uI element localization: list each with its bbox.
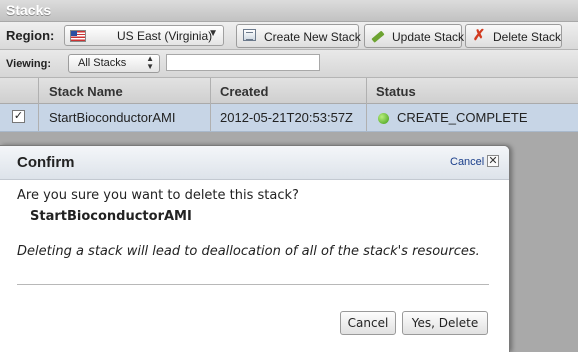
update-stack-label: Update Stack xyxy=(392,30,465,44)
cancel-button[interactable]: Cancel xyxy=(340,311,396,335)
delete-x-icon: ✗ xyxy=(472,27,486,44)
us-flag-icon xyxy=(70,30,86,42)
column-header-stack-name[interactable]: Stack Name xyxy=(49,84,123,99)
region-select[interactable]: US East (Virginia) ▼ xyxy=(64,25,224,46)
row-checkbox[interactable]: ✓ xyxy=(12,110,25,123)
chevron-down-icon: ▼ xyxy=(208,28,218,39)
close-icon[interactable]: ✕ xyxy=(487,155,499,167)
filter-bar: Viewing: All Stacks ▲ ▼ xyxy=(0,50,578,78)
column-divider xyxy=(366,78,367,131)
updown-arrows-icon: ▲ ▼ xyxy=(146,54,154,71)
dialog-note: Deleting a stack will lead to deallocati… xyxy=(17,244,480,259)
column-divider xyxy=(210,78,211,131)
row-created: 2012-05-21T20:53:57Z xyxy=(220,110,353,125)
create-stack-label: Create New Stack xyxy=(264,30,361,44)
dialog-header: Confirm Cancel ✕ xyxy=(0,146,509,180)
confirm-dialog: Confirm Cancel ✕ Are you sure you want t… xyxy=(0,145,510,352)
viewing-label: Viewing: xyxy=(6,58,52,70)
table-row[interactable]: ✓ StartBioconductorAMI 2012-05-21T20:53:… xyxy=(0,104,578,132)
create-stack-icon xyxy=(243,29,256,41)
toolbar: Region: US East (Virginia) ▼ Create New … xyxy=(0,22,578,50)
delete-stack-button[interactable]: ✗ Delete Stack xyxy=(465,24,562,48)
column-divider xyxy=(38,78,39,131)
viewing-value: All Stacks xyxy=(78,57,127,69)
window-title: Stacks xyxy=(6,2,52,18)
row-stack-name: StartBioconductorAMI xyxy=(49,110,176,125)
region-value: US East (Virginia) xyxy=(117,29,213,43)
window-titlebar: Stacks xyxy=(0,0,578,22)
delete-stack-label: Delete Stack xyxy=(493,30,562,44)
viewing-select[interactable]: All Stacks ▲ ▼ xyxy=(68,54,160,73)
dialog-cancel-link[interactable]: Cancel xyxy=(450,156,484,168)
status-green-icon xyxy=(378,113,389,124)
pencil-icon xyxy=(368,26,388,46)
dialog-divider xyxy=(17,284,489,285)
region-label: Region: xyxy=(6,28,55,43)
yes-delete-button[interactable]: Yes, Delete xyxy=(402,311,488,335)
update-stack-button[interactable]: Update Stack xyxy=(364,24,465,48)
dialog-stack-name: StartBioconductorAMI xyxy=(30,209,192,224)
row-status: CREATE_COMPLETE xyxy=(397,110,528,125)
dialog-title: Confirm xyxy=(17,154,75,171)
dialog-question: Are you sure you want to delete this sta… xyxy=(17,188,299,203)
search-input[interactable] xyxy=(166,54,320,71)
table-header: Stack Name Created Status xyxy=(0,78,578,104)
column-header-created[interactable]: Created xyxy=(220,84,268,99)
create-stack-button[interactable]: Create New Stack xyxy=(236,24,361,48)
column-header-status[interactable]: Status xyxy=(376,84,416,99)
